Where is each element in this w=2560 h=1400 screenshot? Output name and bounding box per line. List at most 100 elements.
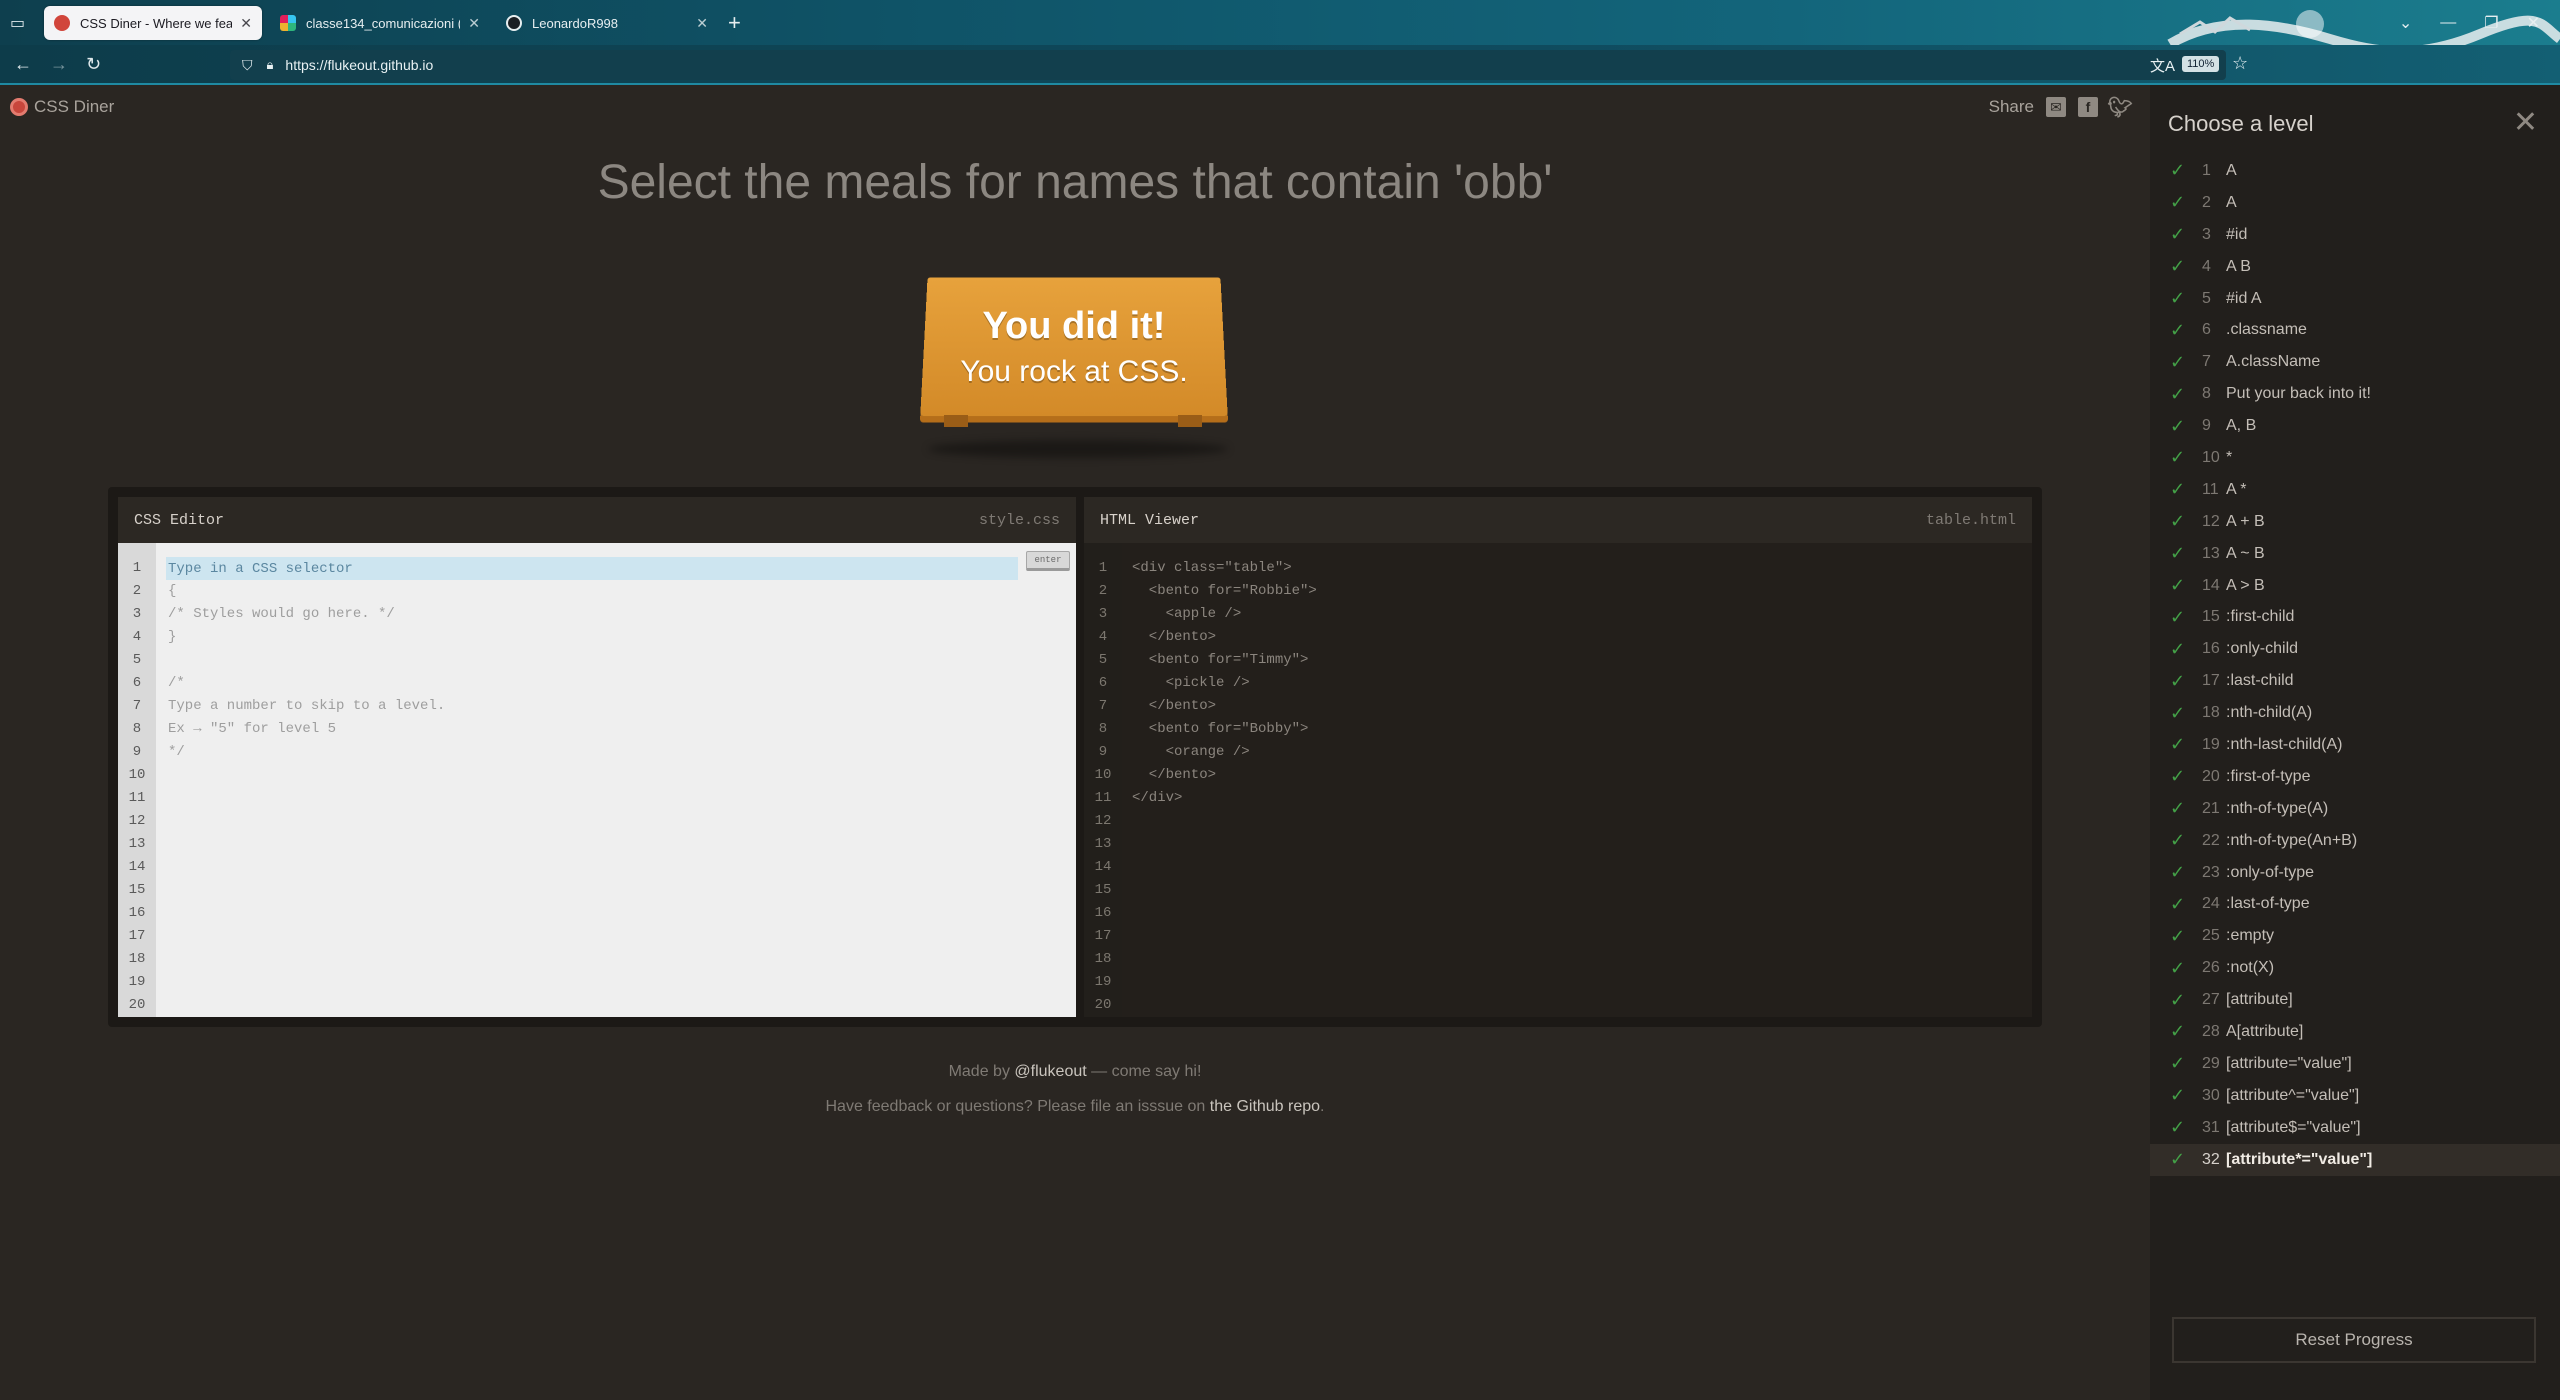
level-number: 11 — [2202, 480, 2219, 498]
close-tab-icon[interactable]: ✕ — [240, 15, 252, 32]
level-item-8[interactable]: ✓ 8 Put your back into it! — [2150, 378, 2560, 410]
level-item-11[interactable]: ✓ 11 A * — [2150, 474, 2560, 506]
level-item-25[interactable]: ✓ 25:empty — [2150, 920, 2560, 952]
html-code-line[interactable]: <orange /> — [1132, 741, 2032, 764]
twitter-icon[interactable]: 🐦︎ — [2107, 97, 2132, 119]
checkmark-icon: ✓ — [2170, 288, 2186, 308]
html-code-line[interactable]: <bento for="Bobby"> — [1132, 718, 2032, 741]
browser-tab-bar: ▭ CSS Diner - Where we feast on CSS Sele… — [0, 0, 2560, 57]
html-code-line[interactable]: <div class="table"> — [1132, 557, 2032, 580]
css-code-line: } — [168, 629, 177, 645]
checkmark-icon: ✓ — [2170, 638, 2186, 659]
level-number: 23 — [2202, 863, 2220, 881]
css-diner-page: CSS Diner Share ✉ f 🐦︎ Select the meals … — [0, 85, 2150, 1400]
author-link[interactable]: @flukeout — [1014, 1063, 1086, 1080]
level-item-22[interactable]: ✓ 22:nth-of-type(An+B) — [2150, 825, 2560, 857]
level-item-17[interactable]: ✓ 17:last-child — [2150, 665, 2560, 697]
shield-icon[interactable]: ⛉ — [242, 57, 253, 74]
tab-classe134[interactable]: classe134_comunicazioni (Canale) ✕ — [270, 6, 490, 40]
level-item-15[interactable]: ✓ 15:first-child — [2150, 601, 2560, 633]
list-all-tabs-icon[interactable]: ⌄ — [2399, 13, 2412, 33]
level-item-26[interactable]: ✓ 26:not(X) — [2150, 952, 2560, 984]
close-tab-icon[interactable]: ✕ — [696, 15, 708, 32]
level-name: :empty — [2226, 927, 2275, 945]
translate-icon[interactable]: 文A — [2150, 55, 2175, 76]
level-item-18[interactable]: ✓ 18:nth-child(A) — [2150, 697, 2560, 729]
enter-button[interactable]: enter — [1026, 551, 1070, 571]
reload-icon[interactable]: ↻ — [86, 54, 101, 75]
level-name: :only-child — [2226, 640, 2299, 658]
level-item-16[interactable]: ✓ 16:only-child — [2150, 633, 2560, 665]
close-icon[interactable]: ✕ — [2513, 105, 2538, 140]
tab-github[interactable]: LeonardoR998 ✕ — [496, 6, 718, 40]
checkmark-icon: ✓ — [2170, 319, 2186, 340]
html-code-line[interactable]: </bento> — [1132, 626, 2032, 649]
level-number: 19 — [2202, 735, 2220, 753]
checkmark-icon: ✓ — [2170, 415, 2186, 436]
html-code-line[interactable]: <apple /> — [1132, 603, 2032, 626]
url-text[interactable]: https://flukeout.github.io — [285, 57, 433, 73]
site-logo[interactable]: CSS Diner — [10, 97, 114, 117]
level-name: A, B — [2226, 417, 2257, 435]
close-window-icon[interactable]: ✕ — [2527, 13, 2540, 33]
level-item-21[interactable]: ✓ 21:nth-of-type(A) — [2150, 793, 2560, 825]
level-item-5[interactable]: ✓ 5 #id A — [2150, 283, 2560, 315]
html-code-line[interactable]: <bento for="Robbie"> — [1132, 580, 2032, 603]
level-item-23[interactable]: ✓ 23:only-of-type — [2150, 857, 2560, 889]
level-item-19[interactable]: ✓ 19:nth-last-child(A) — [2150, 729, 2560, 761]
level-item-2[interactable]: ✓ 2 A — [2150, 187, 2560, 219]
reset-progress-button[interactable]: Reset Progress — [2172, 1317, 2536, 1363]
level-item-30[interactable]: ✓ 30 [attribute^="value"] — [2150, 1080, 2560, 1112]
zoom-level-badge[interactable]: 110% — [2182, 56, 2220, 72]
bookmark-star-icon[interactable]: ☆ — [2232, 53, 2248, 74]
checkmark-icon: ✓ — [2170, 351, 2186, 372]
html-code-line[interactable]: <bento for="Timmy"> — [1132, 649, 2032, 672]
level-item-20[interactable]: ✓ 20:first-of-type — [2150, 761, 2560, 793]
logo-text: CSS Diner — [34, 97, 115, 116]
restore-icon[interactable]: ❐ — [2484, 13, 2498, 33]
level-item-32[interactable]: ✓ 32 [attribute*="value"] — [2150, 1143, 2560, 1176]
level-item-3[interactable]: ✓ 3 #id — [2150, 219, 2560, 251]
level-name: A.className — [2226, 353, 2321, 371]
email-icon[interactable]: ✉ — [2046, 97, 2066, 117]
checkmark-icon: ✓ — [2170, 862, 2186, 883]
address-bar[interactable]: ⛉ 🔒︎ https://flukeout.github.io — [230, 50, 2226, 80]
level-item-31[interactable]: ✓ 31 [attribute$="value"] — [2150, 1112, 2560, 1144]
level-item-14[interactable]: ✓ 14 A > B — [2150, 570, 2560, 602]
level-item-29[interactable]: ✓ 29 [attribute="value"] — [2150, 1048, 2560, 1080]
level-item-9[interactable]: ✓ 9 A, B — [2150, 410, 2560, 442]
lock-icon[interactable]: 🔒︎ — [267, 57, 274, 73]
level-item-1[interactable]: ✓ 1 A — [2150, 155, 2560, 187]
html-code-line[interactable]: </div> — [1132, 787, 2032, 810]
checkmark-icon: ✓ — [2170, 893, 2186, 914]
level-item-10[interactable]: ✓ 10 * — [2150, 442, 2560, 474]
level-item-27[interactable]: ✓ 27 [attribute] — [2150, 984, 2560, 1016]
html-code-line[interactable]: </bento> — [1132, 695, 2032, 718]
line-number: 12 — [128, 813, 146, 829]
back-icon[interactable]: ← — [14, 54, 32, 75]
line-number: 6 — [132, 675, 142, 691]
level-item-28[interactable]: ✓ 28 A[attribute] — [2150, 1016, 2560, 1048]
level-item-13[interactable]: ✓ 13 A ~ B — [2150, 538, 2560, 570]
line-number: 19 — [1094, 974, 1112, 990]
css-selector-input[interactable] — [166, 557, 1018, 580]
level-item-7[interactable]: ✓ 7 A.className — [2150, 346, 2560, 378]
facebook-icon[interactable]: f — [2078, 97, 2098, 117]
level-name: :first-child — [2226, 608, 2295, 626]
level-item-4[interactable]: ✓ 4 A B — [2150, 251, 2560, 283]
level-item-6[interactable]: ✓ 6 .classname — [2150, 314, 2560, 346]
tab-css-diner[interactable]: CSS Diner - Where we feast on CSS Select… — [44, 6, 262, 40]
level-number: 12 — [2202, 512, 2220, 530]
close-tab-icon[interactable]: ✕ — [468, 15, 480, 32]
new-tab-button[interactable]: + — [728, 10, 741, 36]
checkmark-icon: ✓ — [2170, 575, 2186, 596]
line-number: 8 — [132, 721, 142, 737]
tab-list-icon[interactable]: ▭ — [10, 13, 30, 32]
level-item-24[interactable]: ✓ 24:last-of-type — [2150, 888, 2560, 920]
html-code-line[interactable]: <pickle /> — [1132, 672, 2032, 695]
minimize-icon[interactable]: — — [2440, 14, 2456, 32]
github-repo-link[interactable]: the Github repo — [1210, 1098, 1320, 1115]
forward-icon[interactable]: → — [50, 54, 68, 75]
html-code-line[interactable]: </bento> — [1132, 764, 2032, 787]
level-item-12[interactable]: ✓ 12 A + B — [2150, 506, 2560, 538]
